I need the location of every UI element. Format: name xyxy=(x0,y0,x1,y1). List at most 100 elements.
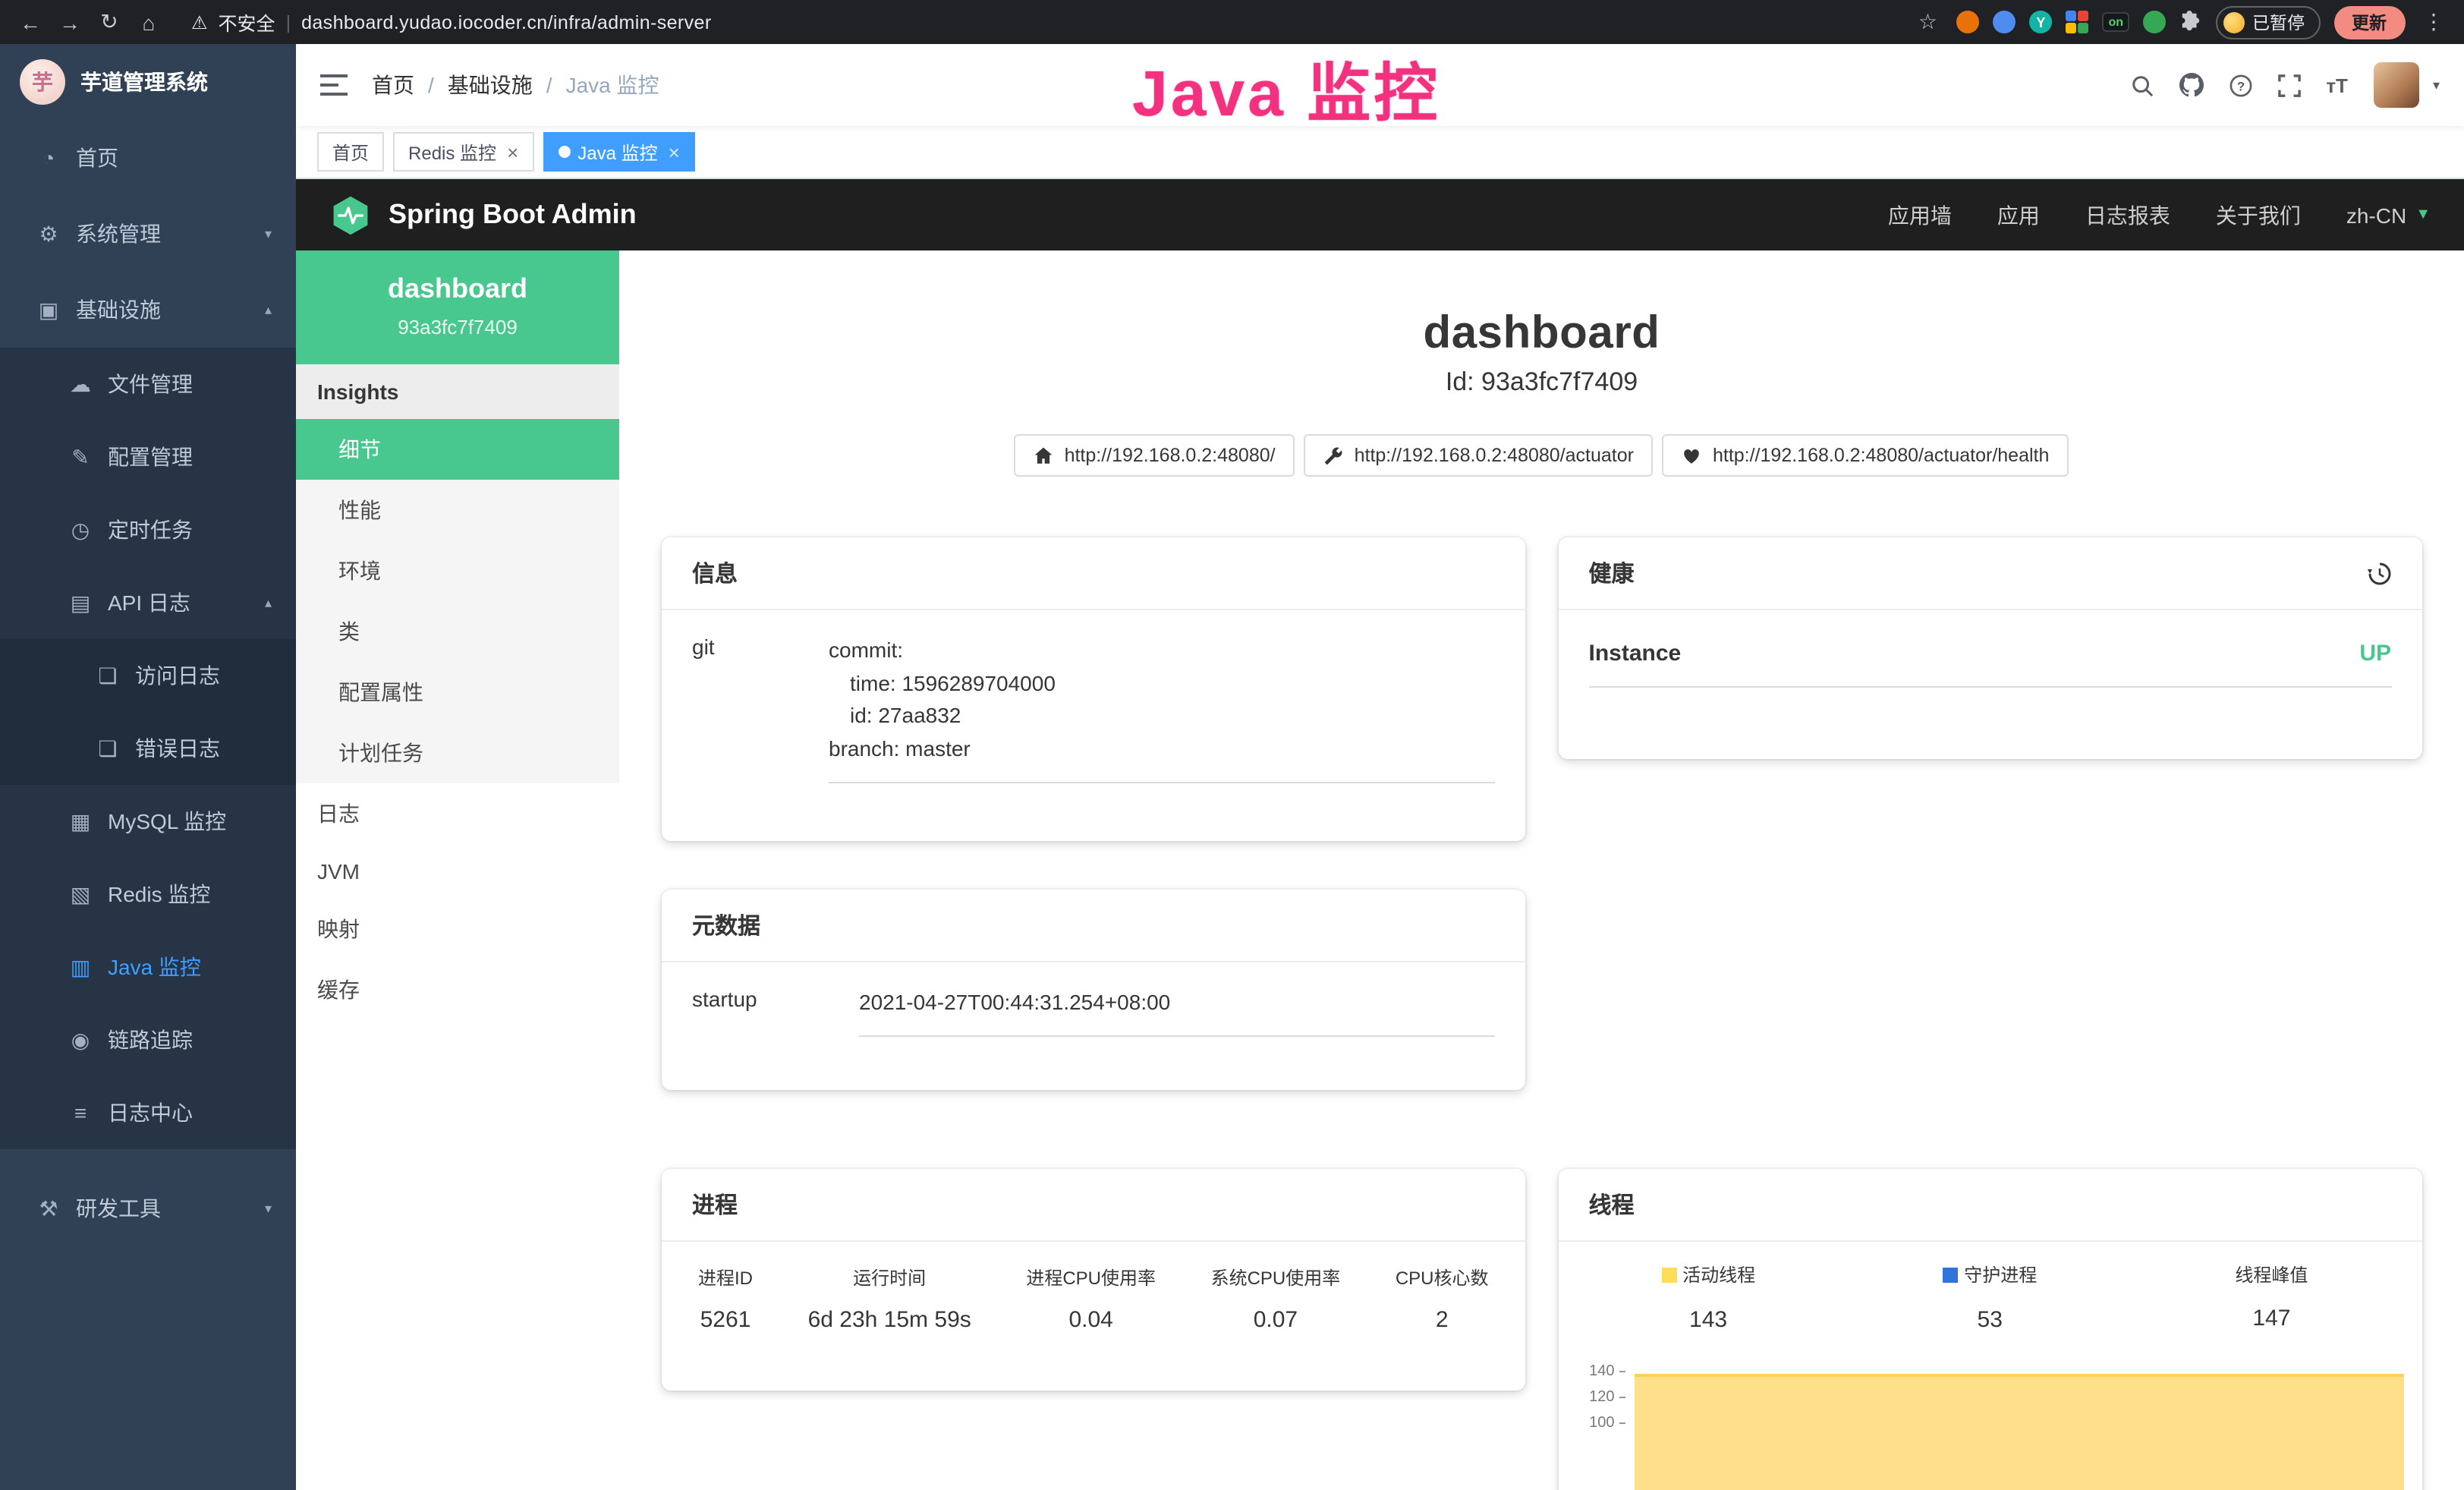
health-url-link[interactable]: http://192.168.0.2:48080/actuator/health xyxy=(1663,434,2069,477)
sidebar-item-trace[interactable]: ◉ 链路追踪 xyxy=(0,1003,296,1076)
close-icon[interactable]: × xyxy=(669,142,680,162)
sidebar-item-access-logs[interactable]: ❏ 访问日志 xyxy=(0,639,296,712)
bookmark-star-icon[interactable]: ☆ xyxy=(1912,9,1943,35)
breadcrumb-home[interactable]: 首页 xyxy=(372,70,414,100)
address-bar[interactable]: ⚠ 不安全 | dashboard.yudao.iocoder.cn/infra… xyxy=(173,5,1903,39)
security-label: 不安全 xyxy=(219,8,275,36)
url-text[interactable]: dashboard.yudao.iocoder.cn/infra/admin-s… xyxy=(301,11,712,33)
extension-icon-y[interactable]: Y xyxy=(2029,11,2052,33)
instance-header[interactable]: dashboard 93a3fc7f7409 xyxy=(296,250,619,364)
forward-icon[interactable]: → xyxy=(55,10,85,34)
sba-item-config-properties[interactable]: 配置属性 xyxy=(296,662,619,723)
sidebar-item-error-logs[interactable]: ❏ 错误日志 xyxy=(0,712,296,785)
chevron-down-icon[interactable]: ▾ xyxy=(2433,77,2440,93)
sidebar-item-config-mgmt[interactable]: ✎ 配置管理 xyxy=(0,421,296,493)
extension-icon-orange[interactable] xyxy=(1956,11,1979,33)
instance-subtitle: Id: 93a3fc7f7409 xyxy=(619,367,2464,398)
redis-icon: ▧ xyxy=(64,881,97,907)
fullscreen-icon[interactable] xyxy=(2277,74,2300,96)
sba-item-classes[interactable]: 类 xyxy=(296,601,619,662)
github-icon[interactable] xyxy=(2179,73,2203,97)
sba-nav-links: 应用墙 应用 日志报表 关于我们 zh-CN ▼ xyxy=(1888,200,2431,230)
metadata-value: 2021-04-27T00:44:31.254+08:00 xyxy=(859,987,1495,1036)
sba-item-performance[interactable]: 性能 xyxy=(296,480,619,540)
tab-label: Java 监控 xyxy=(577,139,657,165)
sba-item-details[interactable]: 细节 xyxy=(296,419,619,480)
sidebar-item-scheduled-jobs[interactable]: ◷ 定时任务 xyxy=(0,493,296,566)
font-size-icon[interactable]: тT xyxy=(2326,74,2348,96)
cloud-icon: ☁ xyxy=(64,371,97,397)
avatar[interactable] xyxy=(2374,62,2419,108)
sidebar-item-dev-tools[interactable]: ⚒ 研发工具 ▾ xyxy=(0,1170,296,1246)
extension-icon-blue[interactable] xyxy=(1993,11,2016,33)
actuator-url-text: http://192.168.0.2:48080/actuator xyxy=(1355,445,1634,466)
sba-item-logs[interactable]: 日志 xyxy=(296,783,619,844)
app-logo-row[interactable]: 芋 芋道管理系统 xyxy=(0,44,296,120)
extension-icon-on-badge[interactable]: on xyxy=(2102,12,2129,32)
process-metric: 运行时间 6d 23h 15m 59s xyxy=(808,1265,971,1333)
extension-icon-grid[interactable] xyxy=(2066,11,2088,33)
browser-chrome: ← → ↻ ⌂ ⚠ 不安全 | dashboard.yudao.iocoder.… xyxy=(0,0,2464,44)
sidebar-item-label: MySQL 监控 xyxy=(108,806,226,836)
threads-legend: 活动线程 143 守护进程 xyxy=(1559,1242,2422,1335)
breadcrumb-current: Java 监控 xyxy=(566,70,659,100)
profile-chip[interactable]: 已暂停 xyxy=(2216,5,2320,39)
hamburger-icon[interactable] xyxy=(320,74,348,96)
sba-nav-applications[interactable]: 应用 xyxy=(1997,200,2040,230)
sidebar-item-redis-monitor[interactable]: ▧ Redis 监控 xyxy=(0,858,296,931)
instance-title: dashboard xyxy=(619,308,2464,360)
svg-text:?: ? xyxy=(2236,79,2244,93)
info-card: 信息 git commit: time: 1596289704000 id: 2 xyxy=(662,537,1525,841)
sba-item-environment[interactable]: 环境 xyxy=(296,540,619,601)
sba-brand[interactable]: Spring Boot Admin xyxy=(329,194,637,236)
log-icon: ≡ xyxy=(64,1101,97,1125)
sidebar-item-log-center[interactable]: ≡ 日志中心 xyxy=(0,1076,296,1149)
update-button[interactable]: 更新 xyxy=(2333,5,2405,39)
sidebar-item-label: Java 监控 xyxy=(108,952,201,982)
edit-icon: ✎ xyxy=(64,444,97,470)
eye-icon: ◉ xyxy=(64,1027,97,1053)
sba-section-insights[interactable]: Insights xyxy=(296,364,619,419)
close-icon[interactable]: × xyxy=(507,142,518,162)
extensions-puzzle-icon[interactable] xyxy=(2179,11,2202,33)
sba-nav-wallboard[interactable]: 应用墙 xyxy=(1888,200,1952,230)
breadcrumb-infrastructure[interactable]: 基础设施 xyxy=(448,70,533,100)
sidebar-item-system-mgmt[interactable]: ⚙ 系统管理 ▾ xyxy=(0,196,296,272)
threads-chart: 140 120 100 xyxy=(1568,1369,2407,1490)
sidebar-item-home[interactable]: ◔ 首页 xyxy=(0,120,296,196)
browser-home-icon[interactable]: ⌂ xyxy=(134,10,164,34)
chevron-down-icon: ▾ xyxy=(265,225,272,242)
browser-menu-icon[interactable]: ⋮ xyxy=(2418,9,2449,35)
sidebar-item-label: API 日志 xyxy=(108,587,190,618)
extension-icon-leaf[interactable] xyxy=(2143,11,2166,33)
back-icon[interactable]: ← xyxy=(15,10,46,34)
tab-redis-monitor[interactable]: Redis 监控 × xyxy=(393,132,533,172)
tab-java-monitor[interactable]: Java 监控 × xyxy=(543,132,695,172)
sidebar-item-file-mgmt[interactable]: ☁ 文件管理 xyxy=(0,348,296,421)
help-icon[interactable]: ? xyxy=(2229,74,2252,96)
sba-item-mappings[interactable]: 映射 xyxy=(296,899,619,959)
sidebar-item-mysql-monitor[interactable]: ▦ MySQL 监控 xyxy=(0,785,296,858)
history-icon[interactable] xyxy=(2367,561,2391,585)
sba-nav-about[interactable]: 关于我们 xyxy=(2216,200,2301,230)
sidebar-item-label: 系统管理 xyxy=(76,219,161,249)
sba-item-scheduled-tasks[interactable]: 计划任务 xyxy=(296,723,619,783)
sba-item-caches[interactable]: 缓存 xyxy=(296,959,619,1020)
java-monitor-icon: ▥ xyxy=(64,954,97,980)
database-icon: ▦ xyxy=(64,808,97,834)
actuator-url-link[interactable]: http://192.168.0.2:48080/actuator xyxy=(1304,434,1654,477)
sidebar-item-infrastructure[interactable]: ▣ 基础设施 ▴ xyxy=(0,272,296,348)
reload-icon[interactable]: ↻ xyxy=(94,9,124,35)
sidebar-item-java-monitor[interactable]: ▥ Java 监控 xyxy=(0,931,296,1003)
sidebar-item-api-logs[interactable]: ▤ API 日志 ▴ xyxy=(0,566,296,639)
search-icon[interactable] xyxy=(2130,74,2153,96)
sba-item-jvm[interactable]: JVM xyxy=(296,844,619,899)
sba-nav-journal[interactable]: 日志报表 xyxy=(2085,200,2170,230)
profile-paused-label: 已暂停 xyxy=(2252,10,2305,34)
service-url-link[interactable]: http://192.168.0.2:48080/ xyxy=(1015,434,1295,477)
locale-select[interactable]: zh-CN ▼ xyxy=(2346,203,2431,227)
info-value: commit: time: 1596289704000 id: 27aa832 … xyxy=(829,635,1495,783)
tab-home[interactable]: 首页 xyxy=(317,132,384,172)
legend-peak-threads: 线程峰值 147 xyxy=(2131,1262,2412,1332)
health-instance-label: Instance xyxy=(1589,641,1682,666)
